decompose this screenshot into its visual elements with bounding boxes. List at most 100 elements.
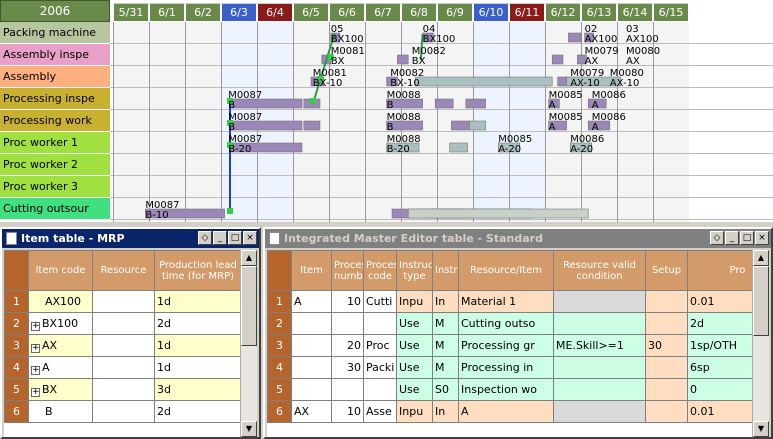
row-number[interactable]: 4 (267, 356, 292, 379)
pro-cell[interactable]: 6sp (687, 356, 752, 379)
gantt-canvas[interactable]: 05BX10004BX10002AX10003AX100M0081BXM0082… (110, 22, 773, 222)
resource-condition-cell[interactable] (553, 400, 646, 423)
table-row[interactable]: 3 20 Proc Use M Processing gr ME.Skill>=1 30 1sp… (267, 334, 752, 357)
row-number[interactable]: 1 (4, 290, 29, 313)
instruction-cell[interactable]: M (432, 356, 459, 379)
date-column-header[interactable]: 6/3 (221, 3, 257, 22)
process-number-cell[interactable] (331, 312, 364, 335)
table-row[interactable]: 4 + A 1d (4, 356, 241, 379)
table-row[interactable]: 5 Use S0 Inspection wo 0 (267, 378, 752, 401)
instruction-type-cell[interactable]: Use (396, 312, 433, 335)
resource-item-cell[interactable]: Material 1 (458, 290, 554, 313)
row-number[interactable]: 2 (4, 312, 29, 335)
table-row[interactable]: 2 + BX100 2d (4, 312, 241, 335)
item-cell[interactable]: A (291, 290, 332, 313)
setup-cell[interactable] (645, 312, 688, 335)
instruction-cell[interactable]: M (432, 312, 459, 335)
header-item-code[interactable]: Item code (28, 250, 93, 291)
process-number-cell[interactable]: 30 (331, 356, 364, 379)
pro-cell[interactable]: 0 (687, 378, 752, 401)
instruction-type-cell[interactable]: Use (396, 356, 433, 379)
restore-button[interactable]: ◇ (198, 231, 212, 245)
scroll-down-button[interactable]: ▼ (753, 421, 769, 437)
item-code-cell[interactable]: B (28, 400, 93, 423)
date-column-header[interactable]: 5/31 (113, 3, 149, 22)
row-number[interactable]: 5 (267, 378, 292, 401)
date-column-header[interactable]: 6/15 (653, 3, 689, 22)
lead-time-cell[interactable]: 3d (154, 378, 241, 401)
pro-cell[interactable]: 2d (687, 312, 752, 335)
instruction-type-cell[interactable]: Use (396, 334, 433, 357)
date-column-header[interactable]: 6/7 (365, 3, 401, 22)
instruction-type-cell[interactable]: Inpu (396, 400, 433, 423)
close-button[interactable]: × (243, 231, 257, 245)
table-row[interactable]: 1 A 10 Cutti Inpu In Material 1 0.01 (267, 290, 752, 313)
instruction-cell[interactable]: In (432, 290, 459, 313)
setup-cell[interactable] (645, 400, 688, 423)
instruction-type-cell[interactable]: Inpu (396, 290, 433, 313)
setup-cell[interactable] (645, 356, 688, 379)
process-code-cell[interactable] (363, 312, 397, 335)
resource-condition-cell[interactable] (553, 312, 646, 335)
process-number-cell[interactable]: 10 (331, 290, 364, 313)
expand-icon[interactable]: + (31, 387, 40, 397)
date-column-header[interactable]: 6/1 (149, 3, 185, 22)
header-instruction[interactable]: Instruction (432, 250, 459, 291)
expand-icon[interactable]: + (31, 365, 40, 375)
header-process-number[interactable]: Process number (331, 250, 364, 291)
table-row[interactable]: 6 AX 10 Asse Inpu In A 0.01 (267, 400, 752, 423)
restore-button[interactable]: ◇ (710, 231, 724, 245)
close-button[interactable]: × (755, 231, 769, 245)
resource-item-cell[interactable]: Processing in (458, 356, 554, 379)
row-number[interactable]: 5 (4, 378, 29, 401)
resource-row-label[interactable]: Proc worker 2 (0, 154, 110, 176)
expand-icon[interactable]: + (31, 343, 40, 353)
resource-item-cell[interactable]: Inspection wo (458, 378, 554, 401)
instruction-cell[interactable]: In (432, 400, 459, 423)
process-code-cell[interactable] (363, 378, 397, 401)
item-code-cell[interactable]: + AX (28, 334, 93, 357)
item-cell[interactable] (291, 312, 332, 335)
date-column-header[interactable]: 6/11 (509, 3, 545, 22)
minimize-button[interactable]: _ (213, 231, 227, 245)
minimize-button[interactable]: _ (725, 231, 739, 245)
item-cell[interactable] (291, 356, 332, 379)
resource-cell[interactable] (92, 334, 155, 357)
process-number-cell[interactable] (331, 378, 364, 401)
item-code-cell[interactable]: + BX100 (28, 312, 93, 335)
maximize-button[interactable]: □ (740, 231, 754, 245)
date-column-header[interactable]: 6/13 (581, 3, 617, 22)
operation-bar[interactable] (434, 98, 454, 109)
operation-bar[interactable] (568, 32, 582, 43)
item-cell[interactable] (291, 334, 332, 357)
header-resource-item[interactable]: Resource/Item (458, 250, 554, 291)
date-column-header[interactable]: 6/10 (473, 3, 509, 22)
table-row[interactable]: 3 + AX 1d (4, 334, 241, 357)
resource-cell[interactable] (92, 312, 155, 335)
resource-item-cell[interactable]: Cutting outso (458, 312, 554, 335)
setup-cell[interactable] (645, 290, 688, 313)
process-number-cell[interactable]: 20 (331, 334, 364, 357)
item-cell[interactable]: AX (291, 400, 332, 423)
item-cell[interactable] (291, 378, 332, 401)
resource-cell[interactable] (92, 290, 155, 313)
header-resource-valid-condition[interactable]: Resource valid condition (553, 250, 646, 291)
resource-row-label[interactable]: Assembly inspe (0, 44, 110, 66)
resource-row-label[interactable]: Proc worker 1 (0, 132, 110, 154)
process-code-cell[interactable]: Proc (363, 334, 397, 357)
title-bar[interactable]: Item table - MRP ◇ _ □ × (2, 229, 259, 248)
row-number[interactable]: 2 (267, 312, 292, 335)
row-number[interactable]: 1 (267, 290, 292, 313)
scroll-up-button[interactable]: ▲ (753, 250, 769, 266)
header-instruction-type[interactable]: Instruction type (396, 250, 433, 291)
date-column-header[interactable]: 6/6 (329, 3, 365, 22)
table-row[interactable]: 5 + BX 3d (4, 378, 241, 401)
row-number[interactable]: 3 (267, 334, 292, 357)
setup-cell[interactable] (645, 378, 688, 401)
header-setup[interactable]: Setup (645, 250, 688, 291)
table-row[interactable]: 1 AX100 1d (4, 290, 241, 313)
resource-cell[interactable] (92, 400, 155, 423)
header-item[interactable]: Item (291, 250, 332, 291)
resource-row-label[interactable]: Cutting outsour (0, 198, 110, 220)
resource-condition-cell[interactable] (553, 378, 646, 401)
